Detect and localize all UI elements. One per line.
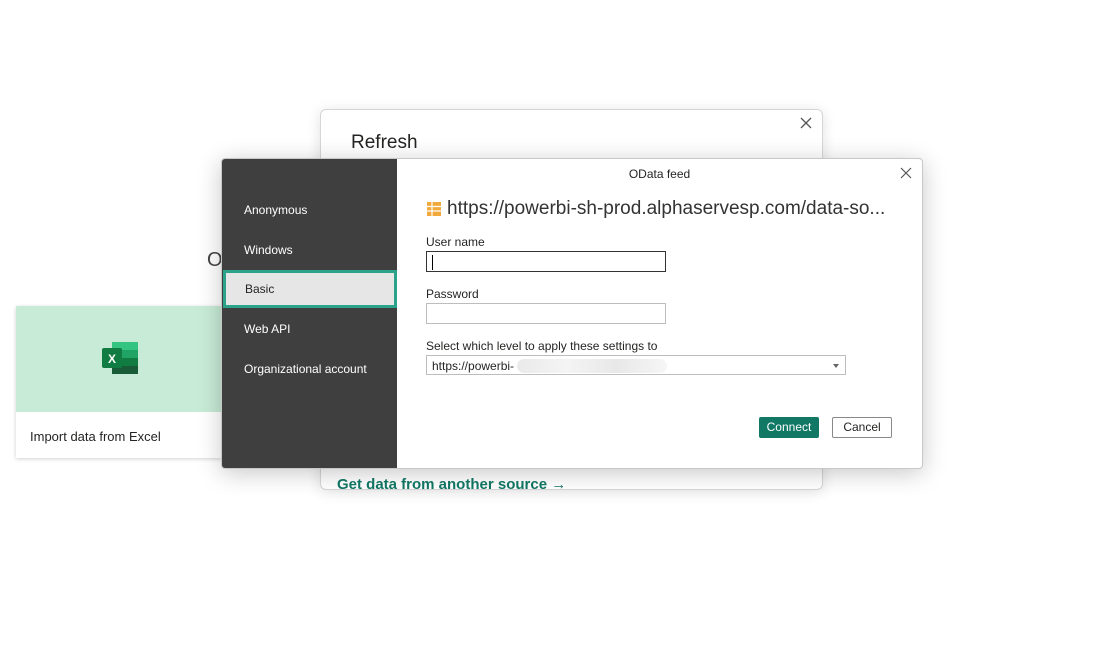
sidebar-item-web-api[interactable]: Web API [222, 310, 397, 348]
excel-card-banner: X [16, 306, 222, 412]
table-icon [427, 202, 441, 216]
excel-icon: X [102, 342, 138, 374]
sidebar-item-basic[interactable]: Basic [223, 270, 397, 308]
close-icon[interactable] [798, 115, 814, 131]
connect-button[interactable]: Connect [759, 417, 819, 438]
level-select-value: https://powerbi- [432, 359, 515, 373]
redacted-url-part [517, 359, 667, 373]
get-data-link[interactable]: Get data from another source → [337, 476, 566, 493]
sidebar-item-organizational-account[interactable]: Organizational account [222, 350, 397, 388]
refresh-title: Refresh [351, 132, 418, 153]
level-label: Select which level to apply these settin… [426, 339, 658, 353]
feed-url: https://powerbi-sh-prod.alphaservesp.com… [447, 198, 886, 219]
username-input[interactable] [426, 251, 666, 272]
password-label: Password [426, 287, 479, 301]
feed-url-row: https://powerbi-sh-prod.alphaservesp.com… [426, 197, 885, 221]
cancel-button[interactable]: Cancel [832, 417, 892, 438]
password-input[interactable] [426, 303, 666, 324]
import-excel-card[interactable]: X Import data from Excel [16, 306, 222, 458]
chevron-down-icon [833, 364, 839, 368]
sidebar-item-windows[interactable]: Windows [222, 231, 397, 269]
svg-text:X: X [108, 352, 116, 366]
sidebar-item-anonymous[interactable]: Anonymous [222, 191, 397, 229]
close-icon[interactable] [899, 166, 913, 180]
level-select[interactable]: https://powerbi- [426, 355, 846, 375]
odata-auth-dialog: Anonymous Windows Basic Web API Organiza… [221, 158, 923, 469]
dialog-title: OData feed [628, 167, 691, 181]
username-label: User name [426, 235, 485, 249]
text-caret [432, 255, 433, 270]
auth-method-sidebar: Anonymous Windows Basic Web API Organiza… [222, 159, 397, 468]
excel-card-label: Import data from Excel [30, 429, 161, 444]
